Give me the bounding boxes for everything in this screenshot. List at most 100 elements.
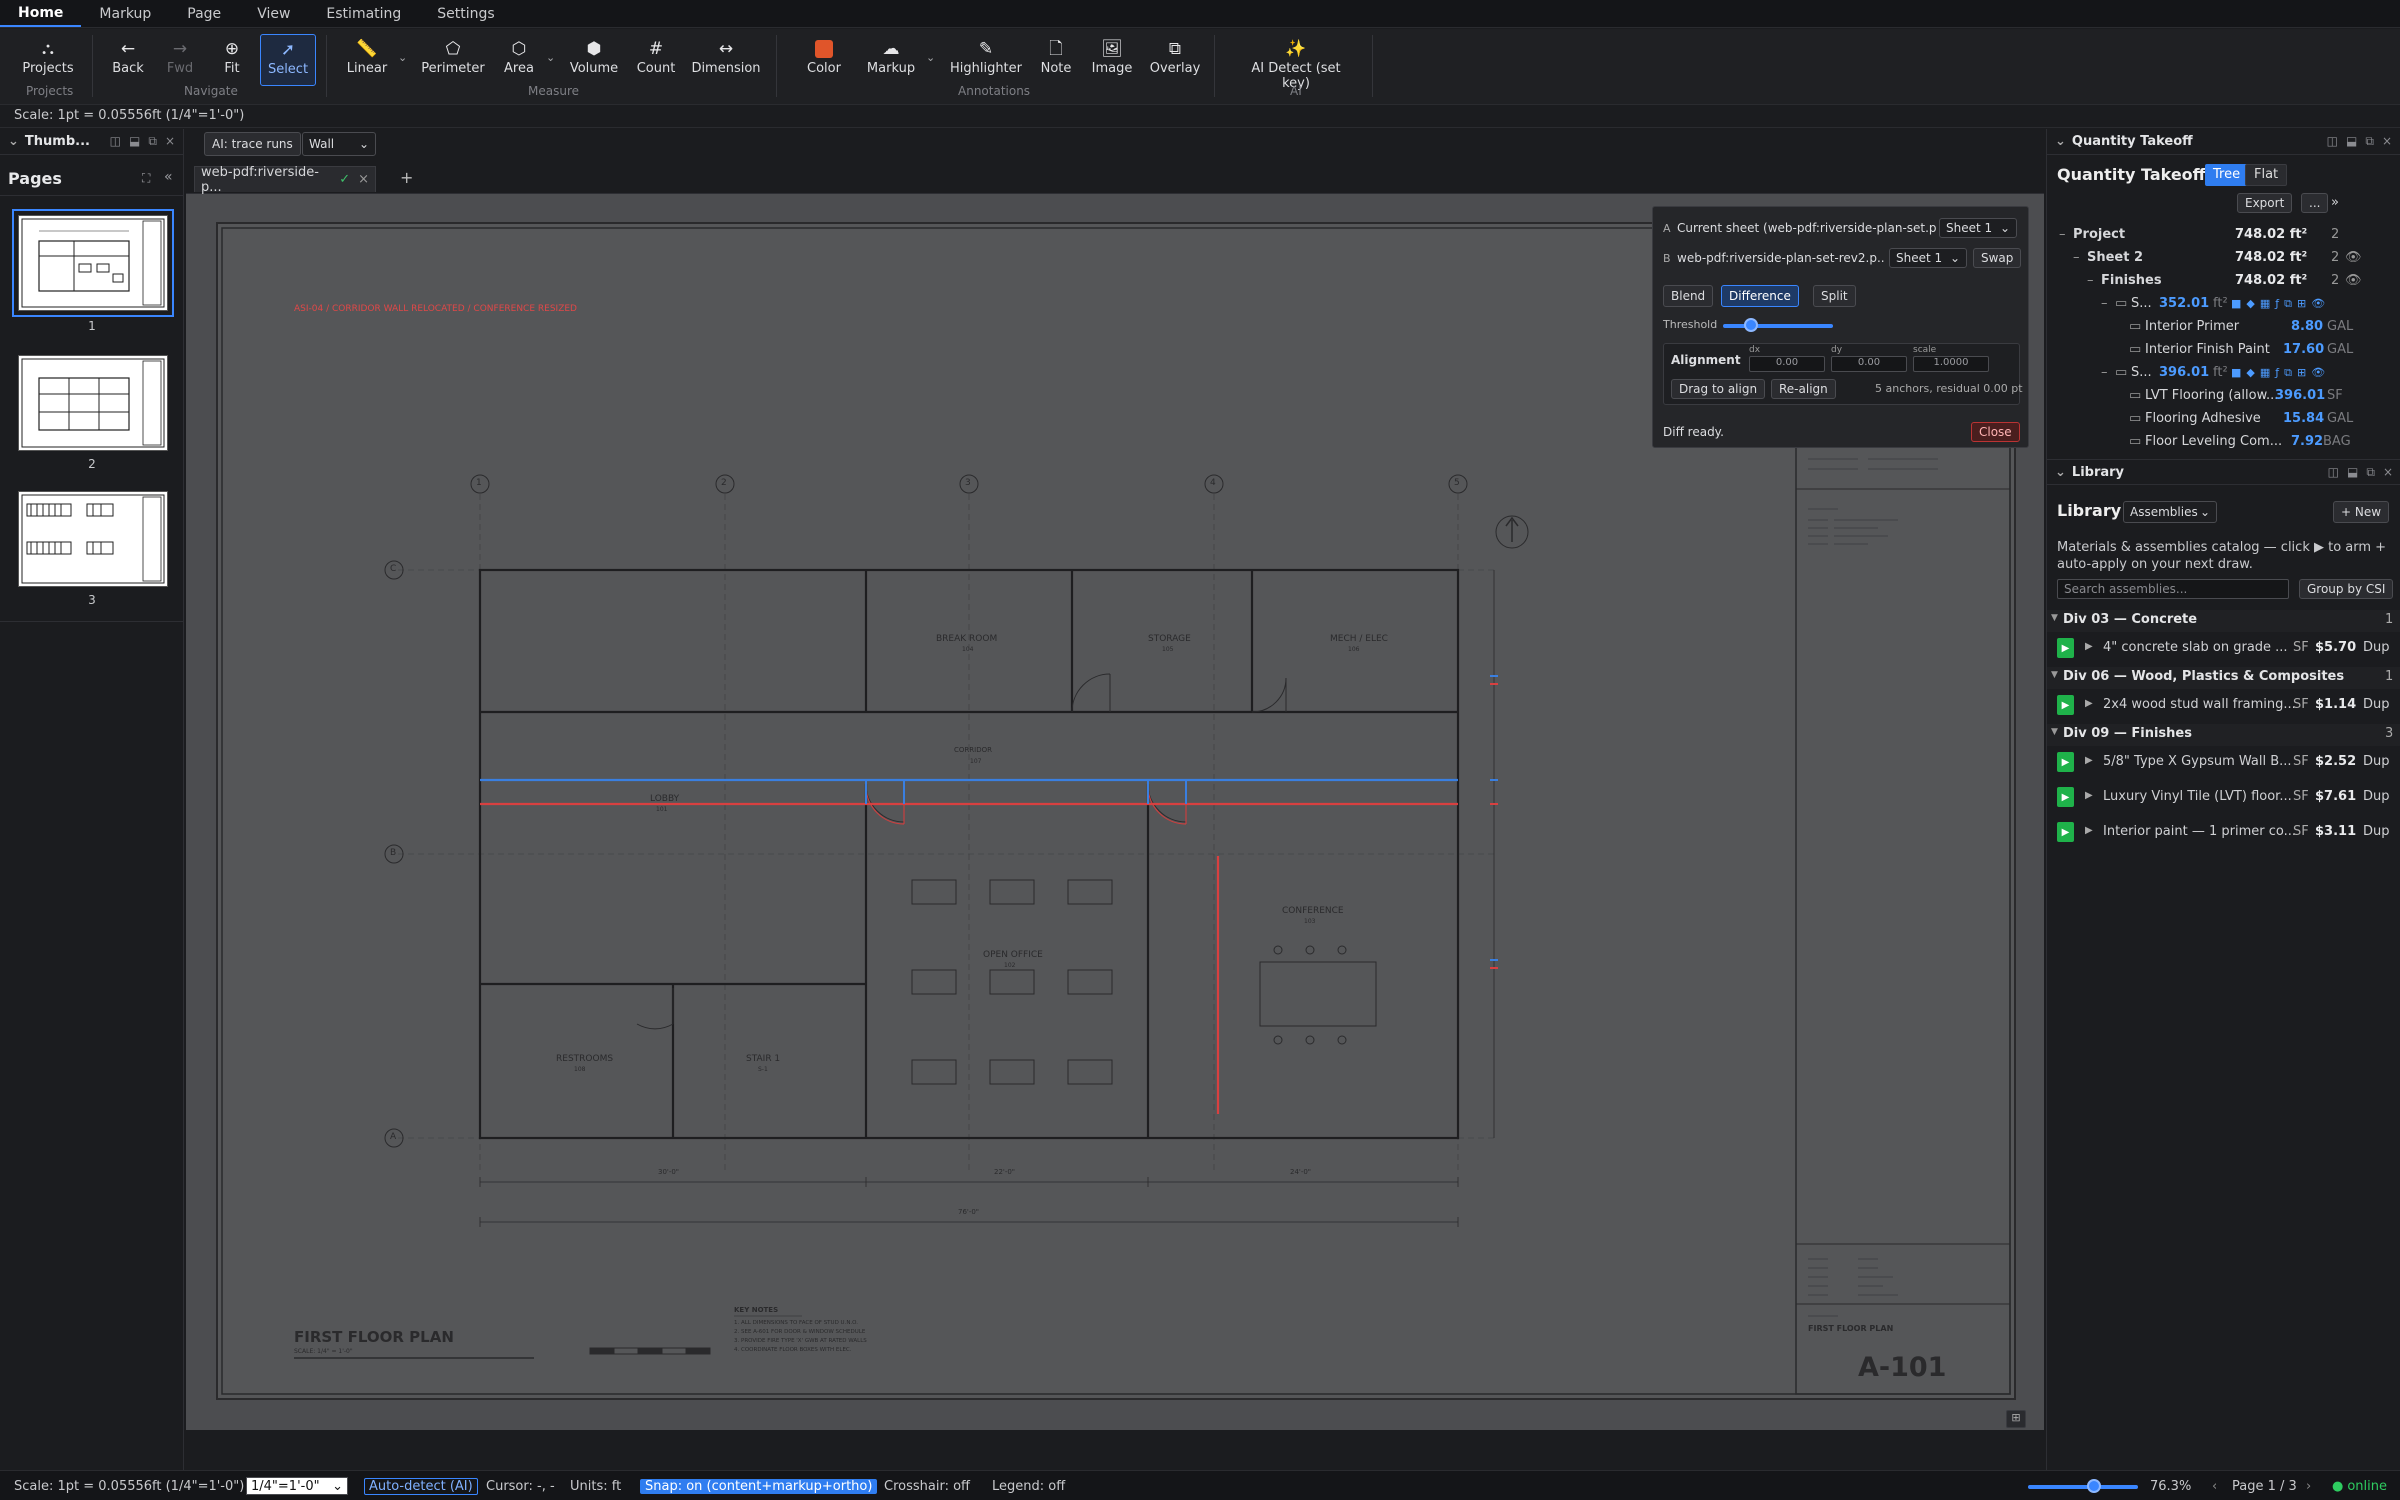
- row-action-icons[interactable]: ■◆▦ƒ⧉⊞👁: [2231, 297, 2330, 311]
- count-button[interactable]: # Count: [634, 37, 678, 83]
- assembly-item[interactable]: ▶ ▶ 2x4 wood stud wall framing... SF $1.14 Du…: [2047, 689, 2400, 723]
- csi-division-header[interactable]: ▼ Div 09 — Finishes 3: [2047, 724, 2400, 746]
- auto-detect-button[interactable]: Auto-detect (AI): [364, 1477, 478, 1495]
- play-arm-button[interactable]: ▶: [2057, 822, 2074, 842]
- area-dropdown-icon[interactable]: ⌄: [546, 51, 555, 64]
- markup-button[interactable]: ☁ Markup: [864, 37, 918, 83]
- minimap-toggle-icon[interactable]: ⊞: [2006, 1410, 2026, 1428]
- overlay-button[interactable]: ⧉ Overlay: [1148, 37, 1202, 83]
- dock-bottom-icon[interactable]: ⬓: [129, 134, 140, 149]
- menu-tab-estimating[interactable]: Estimating: [308, 0, 419, 27]
- dock-bottom-icon[interactable]: ⬓: [2347, 465, 2358, 480]
- more-options-button[interactable]: ...: [2301, 193, 2329, 213]
- threshold-slider-track[interactable]: [1723, 324, 1833, 328]
- expand-panel-icon[interactable]: »: [2331, 195, 2339, 210]
- menu-tab-page[interactable]: Page: [169, 0, 239, 27]
- assembly-item[interactable]: ▶ ▶ 4" concrete slab on grade ... SF $5.70 Du…: [2047, 632, 2400, 666]
- projects-button[interactable]: ⛬ Projects: [22, 37, 74, 83]
- prev-page-icon[interactable]: ‹: [2212, 1477, 2217, 1495]
- ai-trace-runs-button[interactable]: AI: trace runs: [204, 132, 301, 156]
- play-arm-button[interactable]: ▶: [2057, 787, 2074, 807]
- library-mode-select[interactable]: Assemblies ⌄: [2123, 501, 2217, 523]
- csi-division-header[interactable]: ▼ Div 03 — Concrete 1: [2047, 610, 2400, 632]
- page-thumbnail-1[interactable]: [12, 209, 174, 317]
- duplicate-button[interactable]: Dup: [2363, 789, 2390, 804]
- popout-icon[interactable]: ⧉: [2365, 134, 2374, 149]
- note-button[interactable]: 🗋 Note: [1036, 37, 1076, 83]
- group-by-csi-button[interactable]: Group by CSI: [2299, 579, 2394, 599]
- dock-left-icon[interactable]: ◫: [110, 134, 121, 149]
- close-icon[interactable]: ×: [165, 134, 175, 149]
- linear-button[interactable]: 📏 Linear: [342, 37, 392, 83]
- blend-mode-button[interactable]: Blend: [1663, 285, 1714, 307]
- scale-input[interactable]: 1.0000: [1913, 356, 1989, 372]
- zoom-slider-track[interactable]: [2028, 1485, 2138, 1489]
- qt-row-material[interactable]: ▭ LVT Flooring (allow... 396.01 SF: [2047, 384, 2400, 407]
- flat-view-button[interactable]: Flat: [2245, 164, 2288, 186]
- search-assemblies-input[interactable]: Search assemblies...: [2057, 579, 2289, 599]
- expand-triangle-icon[interactable]: ▶: [2085, 825, 2093, 836]
- page-thumbnail-3[interactable]: [18, 491, 168, 587]
- assembly-item[interactable]: ▶ ▶ 5/8" Type X Gypsum Wall B... SF $2.52 Dup: [2047, 746, 2400, 780]
- collapse-panel-icon[interactable]: «: [164, 169, 173, 185]
- close-tab-icon[interactable]: ×: [358, 172, 369, 187]
- new-assembly-button[interactable]: + New: [2333, 501, 2390, 523]
- qt-row-material[interactable]: ▭ Interior Primer 8.80 GAL: [2047, 315, 2400, 338]
- menu-tab-view[interactable]: View: [239, 0, 308, 27]
- image-button[interactable]: 🖼 Image: [1088, 37, 1136, 83]
- expand-icon[interactable]: ⛶: [142, 171, 150, 186]
- back-button[interactable]: ← Back: [108, 37, 148, 83]
- popout-icon[interactable]: ⧉: [2366, 465, 2375, 480]
- scale-select[interactable]: 1/4"=1'-0" ⌄: [246, 1477, 348, 1495]
- difference-mode-button[interactable]: Difference: [1721, 285, 1799, 307]
- row-action-icons[interactable]: ■◆▦ƒ⧉⊞👁: [2231, 366, 2330, 380]
- play-arm-button[interactable]: ▶: [2057, 752, 2074, 772]
- color-button[interactable]: Color: [802, 37, 846, 83]
- diff-b-sheet-select[interactable]: Sheet 1 ⌄: [1889, 248, 1967, 268]
- duplicate-button[interactable]: Dup: [2363, 640, 2390, 655]
- duplicate-button[interactable]: Dup: [2363, 824, 2390, 839]
- qt-row-material[interactable]: ▭ Interior Finish Paint 17.60 GAL: [2047, 338, 2400, 361]
- duplicate-button[interactable]: Dup: [2363, 697, 2390, 712]
- crosshair-toggle[interactable]: Crosshair: off: [884, 1477, 970, 1495]
- qt-row-material[interactable]: ▭ Floor Leveling Com... 7.92 BAG: [2047, 430, 2400, 453]
- dy-input[interactable]: 0.00: [1831, 356, 1907, 372]
- fit-button[interactable]: ⊕ Fit: [214, 37, 250, 83]
- close-diff-button[interactable]: Close: [1971, 422, 2020, 442]
- duplicate-button[interactable]: Dup: [2363, 754, 2390, 769]
- tree-view-button[interactable]: Tree: [2205, 164, 2249, 186]
- diff-a-sheet-select[interactable]: Sheet 1 ⌄: [1939, 218, 2017, 238]
- drag-to-align-button[interactable]: Drag to align: [1671, 379, 1766, 399]
- perimeter-button[interactable]: ⬠ Perimeter: [418, 37, 488, 83]
- add-tab-button[interactable]: +: [400, 168, 413, 187]
- snap-toggle[interactable]: Snap: on (content+markup+ortho): [640, 1478, 878, 1494]
- qt-row-project[interactable]: – Project 748.02 ft² 2: [2047, 223, 2400, 246]
- wall-type-select[interactable]: Wall ⌄: [302, 132, 376, 156]
- assembly-item[interactable]: ▶ ▶ Interior paint — 1 primer co... SF $3.11…: [2047, 816, 2400, 850]
- play-arm-button[interactable]: ▶: [2057, 695, 2074, 715]
- export-button[interactable]: Export: [2237, 193, 2293, 213]
- volume-button[interactable]: ⬢ Volume: [568, 37, 620, 83]
- document-tab[interactable]: web-pdf:riverside-p... ✓ ×: [194, 165, 376, 195]
- realign-button[interactable]: Re-align: [1771, 379, 1836, 399]
- legend-toggle[interactable]: Legend: off: [992, 1477, 1065, 1495]
- ai-detect-button[interactable]: ✨ AI Detect (set key): [1236, 37, 1356, 91]
- menu-tab-settings[interactable]: Settings: [419, 0, 512, 27]
- eye-icon[interactable]: 👁: [2345, 273, 2362, 288]
- close-icon[interactable]: ×: [2383, 465, 2393, 480]
- collapse-chevron-icon[interactable]: ⌄: [2055, 134, 2066, 149]
- dx-input[interactable]: 0.00: [1749, 356, 1825, 372]
- page-thumbnail-2[interactable]: [18, 355, 168, 451]
- menu-tab-home[interactable]: Home: [0, 0, 82, 27]
- qt-row-sheet[interactable]: – Sheet 2 748.02 ft² 2 👁: [2047, 246, 2400, 269]
- area-button[interactable]: ⬡ Area: [500, 37, 538, 83]
- expand-triangle-icon[interactable]: ▶: [2085, 698, 2093, 709]
- qt-row-finishes[interactable]: – Finishes 748.02 ft² 2 👁: [2047, 269, 2400, 292]
- swap-button[interactable]: Swap: [1973, 248, 2022, 268]
- assembly-item[interactable]: ▶ ▶ Luxury Vinyl Tile (LVT) floor... SF $7.6…: [2047, 781, 2400, 815]
- linear-dropdown-icon[interactable]: ⌄: [398, 51, 407, 64]
- units-indicator[interactable]: Units: ft: [570, 1477, 621, 1495]
- threshold-slider-handle[interactable]: [1743, 318, 1758, 332]
- play-arm-button[interactable]: ▶: [2057, 638, 2074, 658]
- qt-row-material[interactable]: ▭ Flooring Adhesive 15.84 GAL: [2047, 407, 2400, 430]
